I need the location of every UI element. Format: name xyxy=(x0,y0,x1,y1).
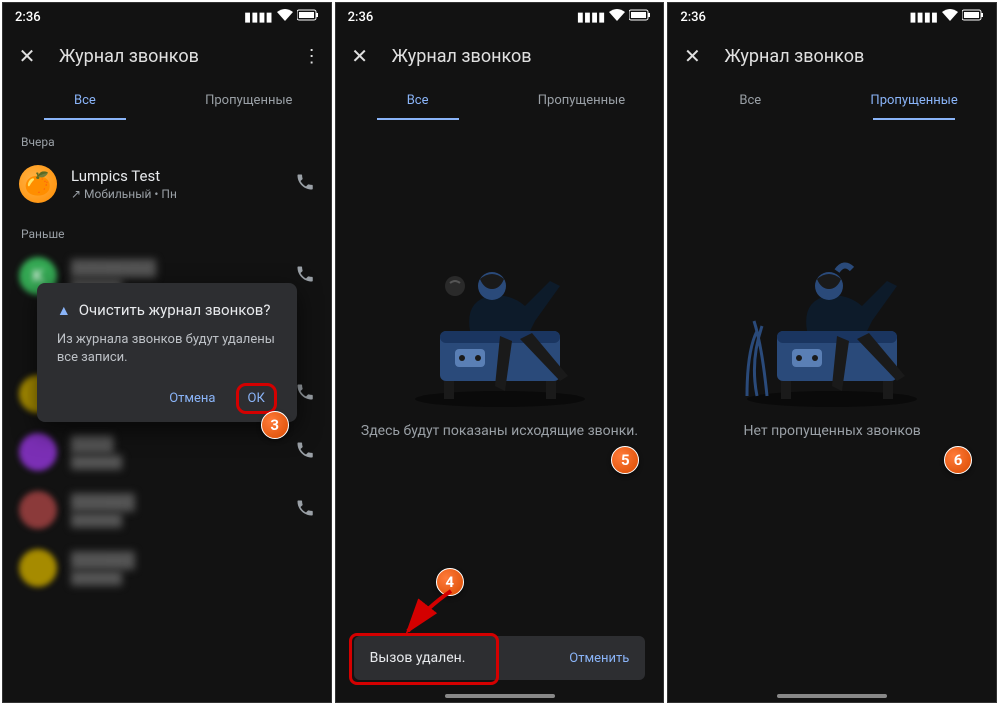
step-badge-4: 4 xyxy=(436,568,464,596)
status-icons: ▮▮▮▮ xyxy=(244,9,319,25)
page-title: Журнал звонков xyxy=(59,46,303,67)
avatar xyxy=(19,433,57,471)
phone-icon[interactable] xyxy=(295,172,315,197)
call-name: Lumpics Test xyxy=(71,167,281,185)
phone-icon[interactable] xyxy=(295,264,315,289)
tab-all[interactable]: Все xyxy=(3,81,167,120)
phone-icon[interactable] xyxy=(295,440,315,465)
avatar xyxy=(19,165,57,203)
status-time: 2:36 xyxy=(15,10,41,25)
status-bar: 2:36 ▮▮▮▮ xyxy=(336,3,664,31)
dialog-body: Из журнала звонков будут удалены все зап… xyxy=(57,331,277,367)
phone-2: 2:36 ▮▮▮▮ ✕ Журнал звонков Все Пропущенн… xyxy=(335,2,665,703)
call-info: Lumpics Test ↗ Мобильный • Пн xyxy=(71,167,281,201)
status-bar: 2:36 ▮▮▮▮ xyxy=(3,3,331,31)
app-bar: ✕ Журнал звонков xyxy=(336,31,664,81)
close-icon[interactable]: ✕ xyxy=(15,44,39,68)
app-bar: ✕ Журнал звонков ⋮ xyxy=(3,31,331,81)
signal-icon: ▮▮▮▮ xyxy=(244,10,273,25)
page-title: Журнал звонков xyxy=(392,46,652,67)
close-icon[interactable]: ✕ xyxy=(680,44,704,68)
page-title: Журнал звонков xyxy=(724,46,984,67)
ok-button[interactable]: ОК xyxy=(236,383,277,414)
wifi-icon xyxy=(609,9,625,25)
phone-1: 2:36 ▮▮▮▮ ✕ Журнал звонков ⋮ Все Пропуще… xyxy=(2,2,332,703)
tabs: Все Пропущенные xyxy=(336,81,664,121)
snackbar-text: Вызов удален. xyxy=(370,650,466,666)
step-badge-6: 6 xyxy=(944,446,972,474)
tab-missed[interactable]: Пропущенные xyxy=(832,81,996,120)
more-icon[interactable]: ⋮ xyxy=(303,46,319,67)
signal-icon: ▮▮▮▮ xyxy=(577,10,606,25)
home-indicator xyxy=(777,694,887,698)
battery-icon xyxy=(629,9,651,25)
signal-icon: ▮▮▮▮ xyxy=(909,10,938,25)
call-row[interactable]: Lumpics Test ↗ Мобильный • Пн xyxy=(3,155,331,213)
tab-all[interactable]: Все xyxy=(336,81,500,120)
empty-text: Нет пропущенных звонков xyxy=(744,421,921,442)
empty-text: Здесь будут показаны исходящие звонки. xyxy=(361,421,638,442)
tabs: Все Пропущенные xyxy=(668,81,996,121)
status-time: 2:36 xyxy=(348,10,374,25)
empty-state: Нет пропущенных звонков xyxy=(668,121,996,442)
wifi-icon xyxy=(942,9,958,25)
tab-all[interactable]: Все xyxy=(668,81,832,120)
phone-3: 2:36 ▮▮▮▮ ✕ Журнал звонков Все Пропущенн… xyxy=(667,2,997,703)
undo-button[interactable]: Отменить xyxy=(569,651,629,666)
phone-icon[interactable] xyxy=(295,382,315,407)
section-earlier: Раньше xyxy=(3,213,331,247)
app-bar: ✕ Журнал звонков xyxy=(668,31,996,81)
home-indicator xyxy=(445,694,555,698)
step-badge-3: 3 xyxy=(261,411,289,439)
status-icons: ▮▮▮▮ xyxy=(577,9,652,25)
empty-state: Здесь будут показаны исходящие звонки. xyxy=(336,121,664,442)
phone-icon[interactable] xyxy=(295,498,315,523)
dialog-title: ▲ Очистить журнал звонков? xyxy=(57,301,277,319)
status-icons: ▮▮▮▮ xyxy=(909,9,984,25)
empty-illustration xyxy=(400,231,600,411)
warning-icon: ▲ xyxy=(57,302,71,319)
tab-missed[interactable]: Пропущенные xyxy=(167,81,331,120)
status-time: 2:36 xyxy=(680,10,706,25)
snackbar: Вызов удален. Отменить xyxy=(354,636,646,680)
section-yesterday: Вчера xyxy=(3,121,331,155)
call-row[interactable]: ████████████ xyxy=(3,539,331,597)
battery-icon xyxy=(297,9,319,25)
avatar xyxy=(19,491,57,529)
call-detail: ↗ Мобильный • Пн xyxy=(71,187,281,201)
status-bar: 2:36 ▮▮▮▮ xyxy=(668,3,996,31)
cancel-button[interactable]: Отмена xyxy=(157,383,227,414)
avatar xyxy=(19,549,57,587)
empty-illustration xyxy=(732,231,932,411)
content: Нет пропущенных звонков xyxy=(668,121,996,702)
battery-icon xyxy=(962,9,984,25)
tabs: Все Пропущенные xyxy=(3,81,331,121)
call-row[interactable]: ████████████ xyxy=(3,481,331,539)
dialog-actions: Отмена ОК xyxy=(57,383,277,414)
close-icon[interactable]: ✕ xyxy=(348,44,372,68)
tab-missed[interactable]: Пропущенные xyxy=(500,81,664,120)
wifi-icon xyxy=(277,9,293,25)
confirm-dialog: ▲ Очистить журнал звонков? Из журнала зв… xyxy=(37,283,297,422)
content: Здесь будут показаны исходящие звонки. В… xyxy=(336,121,664,702)
